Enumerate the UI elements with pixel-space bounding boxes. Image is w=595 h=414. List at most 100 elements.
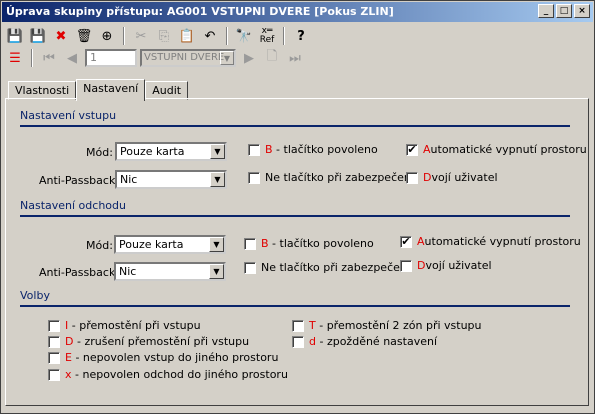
undo-icon[interactable]: ↶ — [200, 26, 220, 46]
checkbox-box[interactable] — [48, 319, 60, 332]
mod-label: Mód: — [86, 239, 113, 252]
odchod-auto-checkbox[interactable]: ✔ Automatické vypnutí prostoru — [400, 235, 581, 248]
tab-nastaveni[interactable]: Nastavení — [76, 79, 146, 101]
chevron-down-icon: ▼ — [210, 144, 225, 159]
checkbox-label: vojí uživatel — [425, 259, 492, 272]
checkbox-label: vojí uživatel — [431, 171, 498, 184]
odchod-ne-checkbox[interactable]: Ne tlačítko při zabezpečení — [244, 261, 410, 274]
checkbox-label: utomatické vypnutí prostoru — [424, 235, 581, 248]
odchod-mod-select[interactable]: Pouze karta ▼ — [114, 235, 226, 254]
help-icon[interactable]: ? — [291, 26, 311, 46]
nav-toolbar: ☰ ⏮ ◀ 1 VSTUPNI DVERE ▼ ▶ 🗋 ⏭ — [5, 47, 305, 69]
chevron-down-icon: ▼ — [209, 237, 224, 252]
hotkey: A — [417, 235, 425, 248]
checkbox-box[interactable] — [400, 259, 412, 272]
antipassback-label: Anti-Passback: — [39, 266, 120, 279]
trash-icon[interactable]: 🗑 — [74, 26, 94, 46]
checkbox-label: utomatické vypnutí prostoru — [430, 143, 587, 156]
hotkey: T — [309, 319, 316, 332]
checkbox-box[interactable] — [292, 335, 304, 348]
checkbox-box[interactable] — [248, 143, 260, 156]
close-button[interactable]: × — [574, 4, 590, 18]
list-icon[interactable]: ☰ — [5, 48, 25, 68]
section-divider — [20, 215, 570, 217]
checkbox-label: - zrušení přemostění při vstupu — [73, 335, 250, 348]
volby-e-checkbox[interactable]: E - nepovolen vstup do jiného prostoru — [48, 351, 278, 364]
antipassback-label: Anti-Passback: — [39, 174, 120, 187]
chevron-down-icon: ▼ — [220, 51, 234, 65]
section-title-volby: Volby — [20, 289, 50, 302]
chevron-down-icon: ▼ — [210, 172, 225, 187]
checkbox-label: - přemostění 2 zón při vstupu — [315, 319, 482, 332]
checkbox-label: Ne tlačítko při zabezpečení — [265, 171, 414, 184]
odchod-mod-value: Pouze karta — [119, 238, 184, 251]
vstup-antipassback-select[interactable]: Nic ▼ — [115, 170, 227, 189]
ref-icon[interactable]: x═ Ref — [257, 26, 277, 46]
odchod-antipassback-select[interactable]: Nic ▼ — [114, 262, 226, 281]
checkbox-box-checked[interactable]: ✔ — [400, 235, 412, 248]
checkbox-box[interactable] — [48, 368, 60, 381]
paste-icon[interactable]: 📋 — [177, 26, 197, 46]
next-record-icon[interactable]: ▶ — [239, 48, 259, 68]
checkbox-box-checked[interactable]: ✔ — [406, 143, 418, 156]
tab-strip: Vlastnosti Nastavení Audit — [8, 79, 189, 101]
copy-icon[interactable]: ⎘ — [154, 26, 174, 46]
checkbox-label: Ne tlačítko při zabezpečení — [261, 261, 410, 274]
save-icon[interactable]: 💾 — [28, 26, 48, 46]
save-close-icon[interactable]: 💾 — [5, 26, 25, 46]
checkbox-box[interactable] — [48, 351, 60, 364]
volby-d-checkbox[interactable]: D - zrušení přemostění při vstupu — [48, 335, 249, 348]
odchod-antipassback-value: Nic — [119, 265, 137, 278]
section-title-odchod: Nastavení odchodu — [20, 199, 126, 212]
volby-i-checkbox[interactable]: I - přemostění při vstupu — [48, 319, 201, 332]
checkbox-label: - zpožděné nastavení — [315, 335, 437, 348]
main-toolbar: 💾 💾 ✖ 🗑 ⊕ ✂ ⎘ 📋 ↶ 🔭 x═ Ref ? — [5, 25, 311, 47]
checkbox-box[interactable] — [244, 237, 256, 250]
first-record-icon[interactable]: ⏮ — [39, 48, 59, 68]
settings-panel: Nastavení vstupu Mód: Pouze karta ▼ Anti… — [5, 98, 589, 406]
checkbox-label: - nepovolen odchod do jiného prostoru — [71, 368, 288, 381]
vstup-ne-checkbox[interactable]: Ne tlačítko při zabezpečení — [248, 171, 414, 184]
volby-t-checkbox[interactable]: T - přemostění 2 zón při vstupu — [292, 319, 482, 332]
section-divider — [20, 125, 570, 127]
checkbox-box[interactable] — [292, 319, 304, 332]
checkbox-box[interactable] — [244, 261, 256, 274]
binoculars-icon[interactable]: 🔭 — [234, 26, 254, 46]
delete-icon[interactable]: ✖ — [51, 26, 71, 46]
vstup-auto-checkbox[interactable]: ✔ Automatické vypnutí prostoru — [406, 143, 587, 156]
record-number-field[interactable]: 1 — [85, 49, 137, 67]
checkbox-label: - tlačítko povoleno — [268, 237, 374, 250]
section-title-vstup: Nastavení vstupu — [20, 109, 117, 122]
cut-icon[interactable]: ✂ — [131, 26, 151, 46]
odchod-d-checkbox[interactable]: Dvojí uživatel — [400, 259, 492, 272]
minimize-button[interactable]: _ — [538, 4, 554, 18]
upload-icon[interactable]: ⊕ — [97, 26, 117, 46]
vstup-d-checkbox[interactable]: Dvojí uživatel — [406, 171, 498, 184]
hotkey: d — [309, 335, 316, 348]
checkbox-label: - přemostění při vstupu — [68, 319, 201, 332]
section-divider — [20, 305, 570, 307]
checkbox-box[interactable] — [48, 335, 60, 348]
volby-x-checkbox[interactable]: x - nepovolen odchod do jiného prostoru — [48, 368, 288, 381]
last-record-icon[interactable]: ⏭ — [285, 48, 305, 68]
hotkey: B — [265, 143, 273, 156]
checkbox-box[interactable] — [406, 171, 418, 184]
volby-delay-checkbox[interactable]: d - zpožděné nastavení — [292, 335, 437, 348]
prev-record-icon[interactable]: ◀ — [62, 48, 82, 68]
vstup-mod-select[interactable]: Pouze karta ▼ — [115, 142, 227, 161]
hotkey: A — [423, 143, 431, 156]
door-select[interactable]: VSTUPNI DVERE ▼ — [140, 49, 236, 67]
hotkey: E — [65, 351, 72, 364]
checkbox-label: - nepovolen vstup do jiného prostoru — [71, 351, 279, 364]
vstup-antipassback-value: Nic — [120, 173, 138, 186]
dialog-window: Úprava skupiny přístupu: AG001 VSTUPNI D… — [0, 0, 595, 414]
odchod-b-checkbox[interactable]: B - tlačítko povoleno — [244, 237, 374, 250]
checkbox-box[interactable] — [248, 171, 260, 184]
hotkey: B — [261, 237, 269, 250]
window-title: Úprava skupiny přístupu: AG001 VSTUPNI D… — [6, 5, 394, 18]
vstup-mod-value: Pouze karta — [120, 145, 185, 158]
maximize-button[interactable]: □ — [556, 4, 572, 18]
vstup-b-checkbox[interactable]: B - tlačítko povoleno — [248, 143, 378, 156]
new-record-icon[interactable]: 🗋 — [262, 48, 282, 68]
chevron-down-icon: ▼ — [209, 264, 224, 279]
